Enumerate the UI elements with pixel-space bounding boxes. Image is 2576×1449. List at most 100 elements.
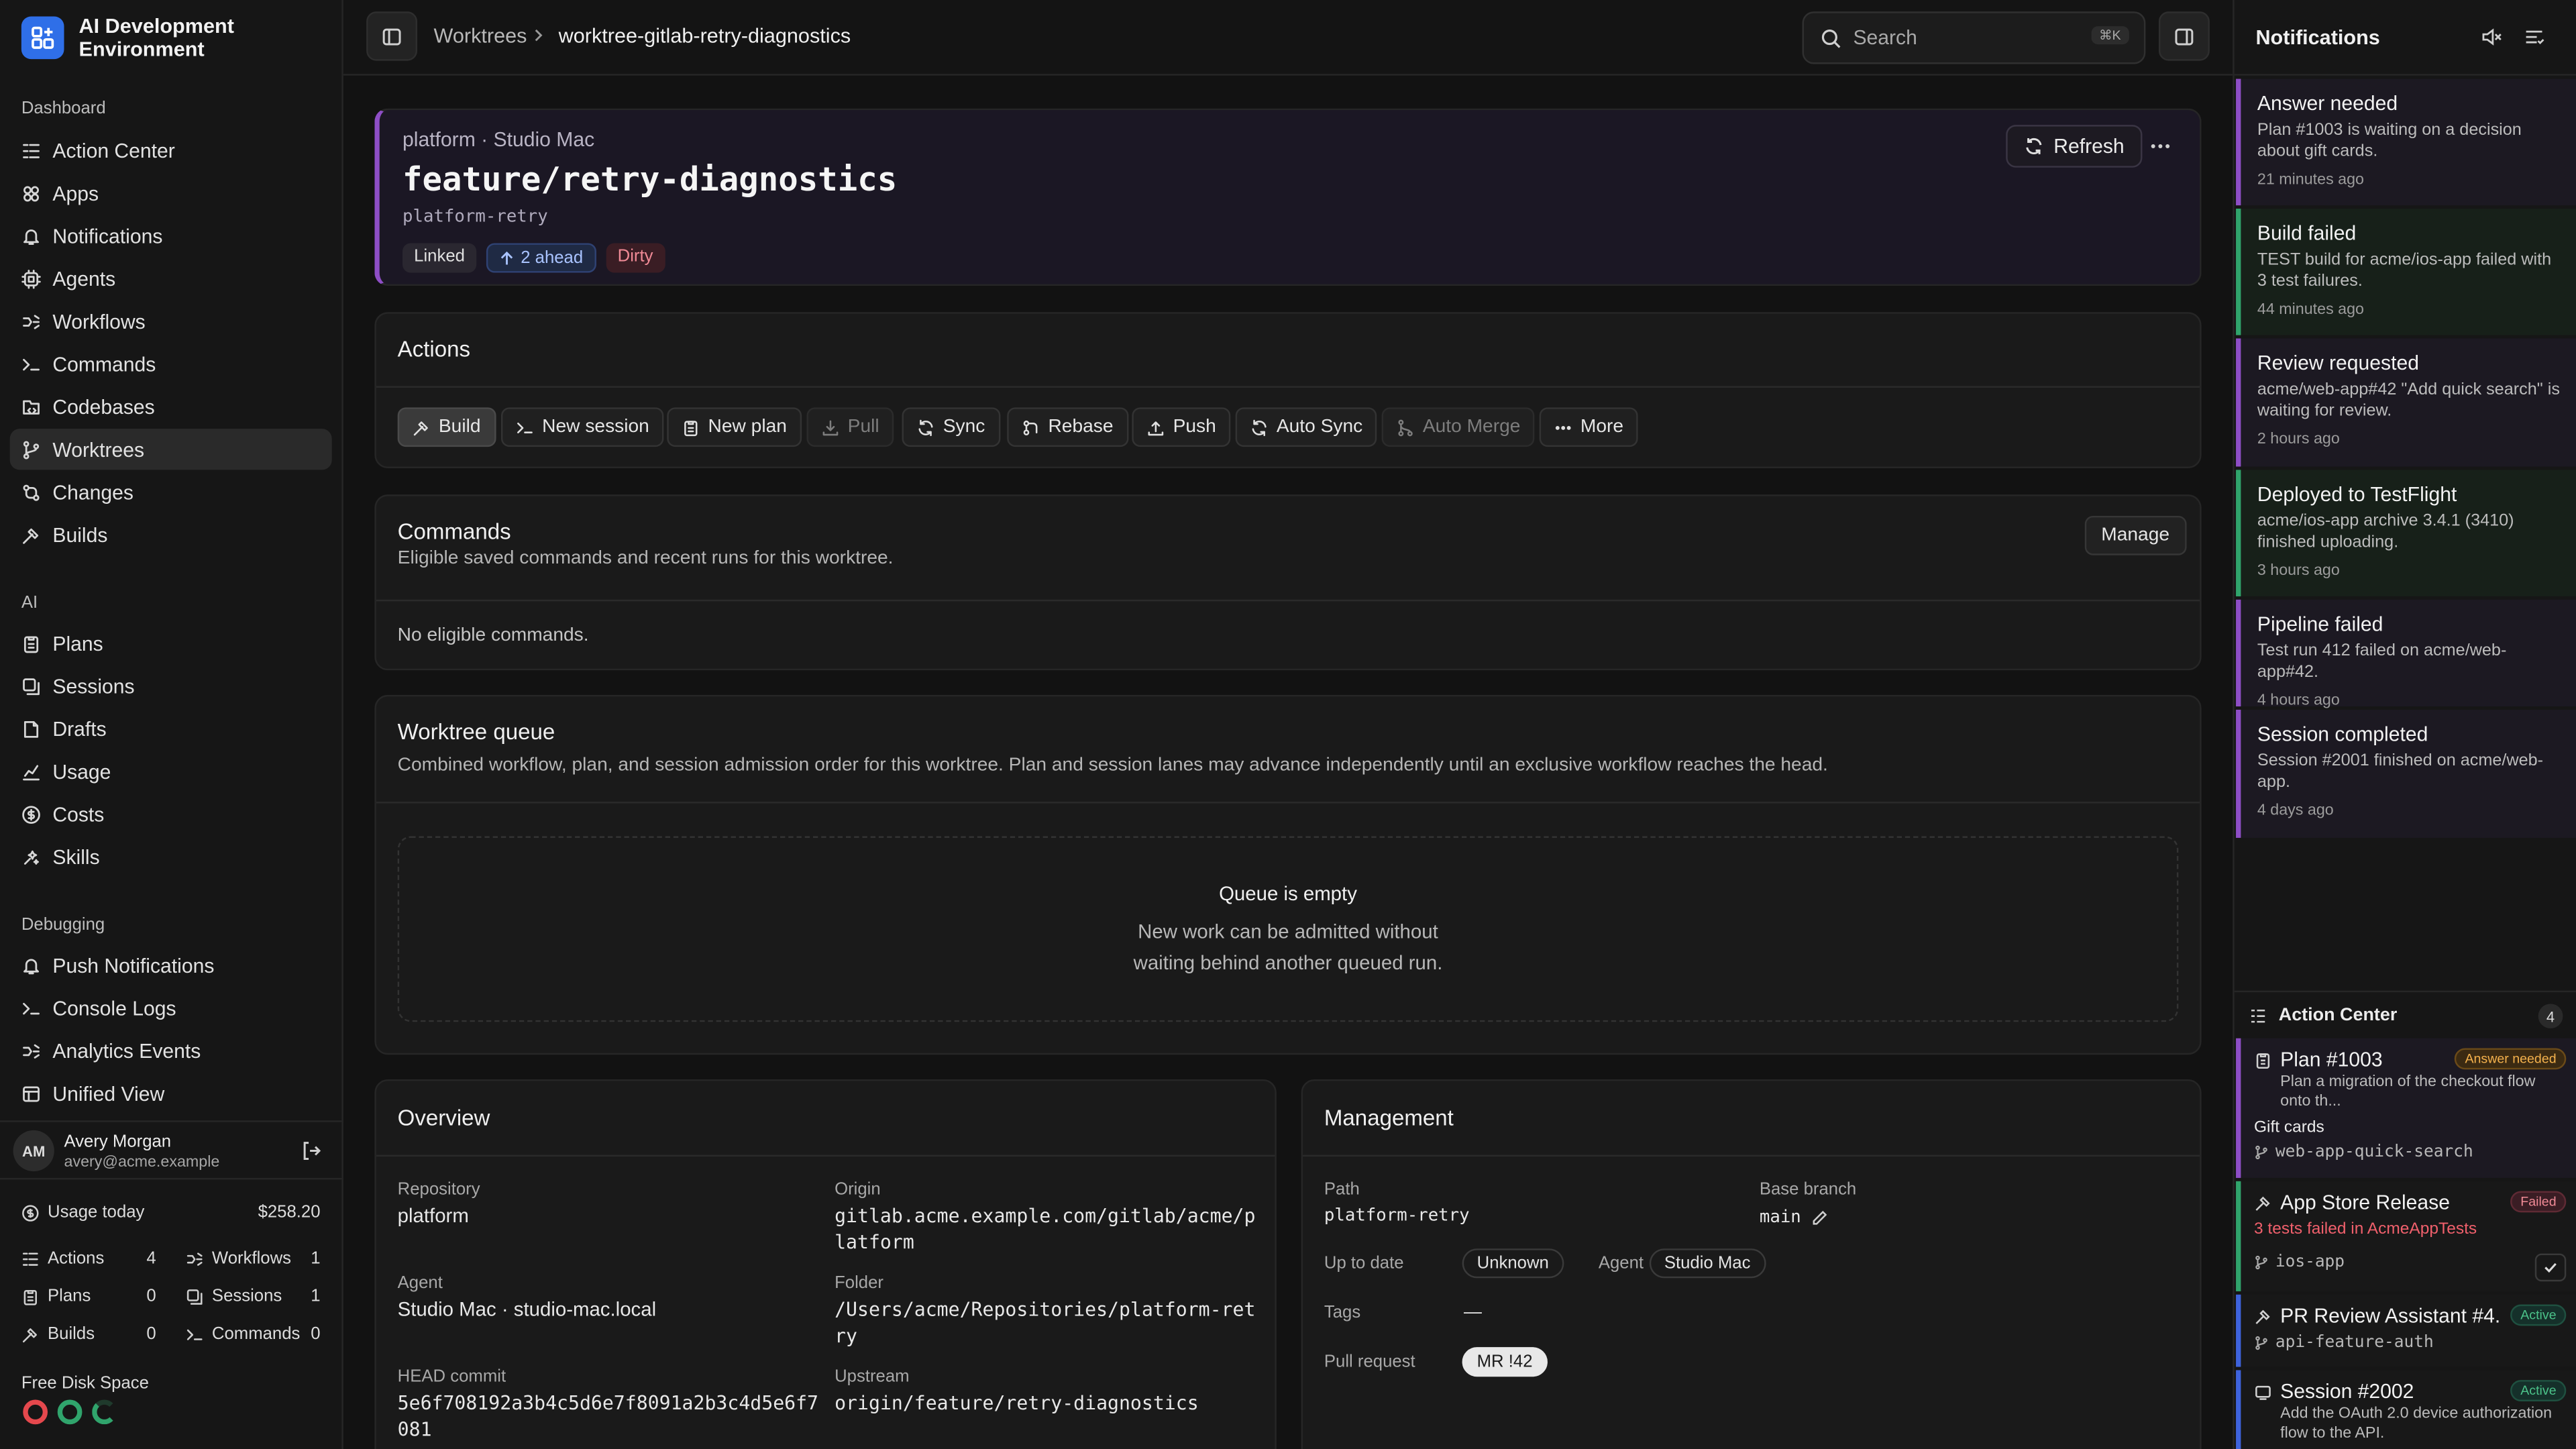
sidebar-item-label: Push Notifications xyxy=(52,953,215,977)
sidebar-item-label: Workflows xyxy=(52,309,146,333)
usage-label: Usage today xyxy=(48,1202,145,1223)
refresh-button[interactable]: Refresh xyxy=(2006,125,2143,168)
notification-deployed-to-testflight[interactable]: Deployed to TestFlight acme/ios-app archi… xyxy=(2236,470,2576,596)
worktree-context: platform · Studio Mac xyxy=(402,128,595,152)
skills-icon xyxy=(21,847,41,866)
commands-title: Commands xyxy=(397,519,511,544)
sync-icon xyxy=(917,418,935,436)
sidebar-item-costs[interactable]: Costs xyxy=(10,794,332,835)
pull-button[interactable]: Pull xyxy=(806,407,894,447)
notification-answer-needed[interactable]: Answer needed Plan #1003 is waiting on a … xyxy=(2236,78,2576,206)
sidebar-item-plans[interactable]: Plans xyxy=(10,623,332,663)
notification-review-requested[interactable]: Review requested acme/web-app#42 "Add qui… xyxy=(2236,338,2576,467)
agent-pill[interactable]: Studio Mac xyxy=(1649,1248,1766,1279)
action-item-branch: api-feature-auth xyxy=(2275,1334,2434,1352)
toggle-notifications-button[interactable] xyxy=(2158,11,2210,61)
divider xyxy=(376,1155,1275,1157)
more-options-icon[interactable] xyxy=(2149,135,2171,158)
sidebar-item-label: Apps xyxy=(52,181,99,205)
action-item-pr-review[interactable]: PR Review Assistant #4... Active api-fea… xyxy=(2236,1294,2576,1367)
sidebar-item-console-logs[interactable]: Console Logs xyxy=(10,987,332,1028)
auto-merge-button[interactable]: Auto Merge xyxy=(1381,407,1536,447)
workflow-icon xyxy=(186,1249,204,1267)
sidebar-item-unified-view[interactable]: Unified View xyxy=(10,1073,332,1114)
avatar: AM xyxy=(13,1130,54,1172)
sidebar-item-apps[interactable]: Apps xyxy=(10,172,332,213)
sessions-icon xyxy=(186,1287,204,1305)
sync-button[interactable]: Sync xyxy=(902,407,1000,447)
stat-value: 4 xyxy=(146,1248,156,1269)
chevron-right-icon xyxy=(531,28,545,43)
sidebar-item-label: Sessions xyxy=(52,674,135,698)
user-profile[interactable]: AM Avery Morgan avery@acme.example xyxy=(0,1120,343,1180)
overview-title: Overview xyxy=(397,1106,490,1130)
sidebar-item-worktrees[interactable]: Worktrees xyxy=(9,429,332,470)
branch-icon xyxy=(2254,1336,2269,1350)
sidebar-item-label: Usage xyxy=(52,759,111,783)
terminal-icon xyxy=(186,1325,204,1343)
sidebar-item-action-center[interactable]: Action Center xyxy=(10,129,332,170)
sidebar-item-usage[interactable]: Usage xyxy=(10,751,332,792)
button-label: Push xyxy=(1173,417,1216,437)
queue-title: Worktree queue xyxy=(397,719,555,745)
branch-icon xyxy=(21,439,41,459)
sidebar-item-changes[interactable]: Changes xyxy=(10,472,332,513)
toggle-sidebar-button[interactable] xyxy=(366,11,418,61)
workflow-icon xyxy=(21,1040,41,1060)
more-button[interactable]: More xyxy=(1539,407,1639,447)
section-label-ai: AI xyxy=(21,593,38,613)
new-plan-button[interactable]: New plan xyxy=(667,407,802,447)
mark-all-read-icon[interactable] xyxy=(2524,26,2545,48)
edit-pencil-icon[interactable] xyxy=(1811,1209,1829,1227)
notification-build-failed[interactable]: Build failed TEST build for acme/ios-app … xyxy=(2236,209,2576,335)
sidebar-item-analytics-events[interactable]: Analytics Events xyxy=(10,1030,332,1071)
rebase-button[interactable]: Rebase xyxy=(1007,407,1128,447)
sidebar-item-commands[interactable]: Commands xyxy=(10,343,332,384)
queue-empty-state: Queue is empty New work can be admitted … xyxy=(397,836,2179,1022)
sidebar-item-agents[interactable]: Agents xyxy=(10,258,332,299)
sidebar-item-push-notifications[interactable]: Push Notifications xyxy=(10,945,332,985)
head-commit-line-1: 5e6f708192a3b4c5d6e7f8091a2b3c4d5e6f7 xyxy=(397,1391,819,1415)
management-title: Management xyxy=(1324,1106,1454,1130)
logout-icon[interactable] xyxy=(301,1140,322,1162)
acknowledge-button[interactable] xyxy=(2534,1253,2567,1282)
stat-label: Plans xyxy=(48,1286,91,1306)
stat-sessions: Sessions xyxy=(186,1287,282,1306)
sidebar-item-skills[interactable]: Skills xyxy=(10,837,332,877)
repository-value: platform xyxy=(397,1204,469,1228)
mute-icon[interactable] xyxy=(2481,26,2502,48)
notifications-title: Notifications xyxy=(2255,26,2380,50)
search-input[interactable]: Search ⌘K xyxy=(1802,11,2146,64)
clipboard-icon xyxy=(21,633,41,653)
apps-icon xyxy=(21,183,41,203)
panel-right-icon xyxy=(2174,25,2195,47)
queue-empty-title: Queue is empty xyxy=(1219,882,1357,906)
sidebar-item-workflows[interactable]: Workflows xyxy=(10,301,332,341)
breadcrumb-worktrees[interactable]: Worktrees xyxy=(434,25,527,48)
upstream-value: origin/feature/retry-diagnostics xyxy=(835,1391,1199,1415)
manage-button[interactable]: Manage xyxy=(2084,515,2186,555)
notification-session-completed[interactable]: Session completed Session #2001 finished … xyxy=(2236,709,2576,838)
sidebar-item-label: Worktrees xyxy=(52,437,145,461)
auto-sync-button[interactable]: Auto Sync xyxy=(1235,407,1378,447)
action-item-app-store-release[interactable]: App Store Release Failed 3 tests failed … xyxy=(2236,1181,2576,1291)
sidebar-item-sessions[interactable]: Sessions xyxy=(10,665,332,706)
sidebar: AI Development Environment Dashboard Act… xyxy=(0,0,343,1449)
sidebar-item-codebases[interactable]: Codebases xyxy=(10,386,332,427)
sidebar-item-notifications[interactable]: Notifications xyxy=(10,215,332,256)
action-item-plan[interactable]: Plan #1003 Answer needed Plan a migratio… xyxy=(2236,1038,2576,1178)
app-logo-icon xyxy=(21,16,64,60)
rebase-icon xyxy=(1022,418,1040,436)
agent-label: Agent xyxy=(1598,1253,1644,1273)
action-item-session[interactable]: Session #2002 Active Add the OAuth 2.0 d… xyxy=(2236,1370,2576,1449)
build-button[interactable]: Build xyxy=(397,407,496,447)
bell-icon xyxy=(21,226,41,246)
pull-request-pill[interactable]: MR !42 xyxy=(1462,1347,1548,1377)
user-name: Avery Morgan xyxy=(64,1132,172,1152)
new-session-button[interactable]: New session xyxy=(500,407,664,447)
sidebar-item-builds[interactable]: Builds xyxy=(10,515,332,555)
notification-pipeline-failed[interactable]: Pipeline failed Test run 412 failed on ac… xyxy=(2236,599,2576,710)
sidebar-item-drafts[interactable]: Drafts xyxy=(10,708,332,749)
push-button[interactable]: Push xyxy=(1132,407,1231,447)
clipboard-icon xyxy=(2254,1051,2272,1069)
